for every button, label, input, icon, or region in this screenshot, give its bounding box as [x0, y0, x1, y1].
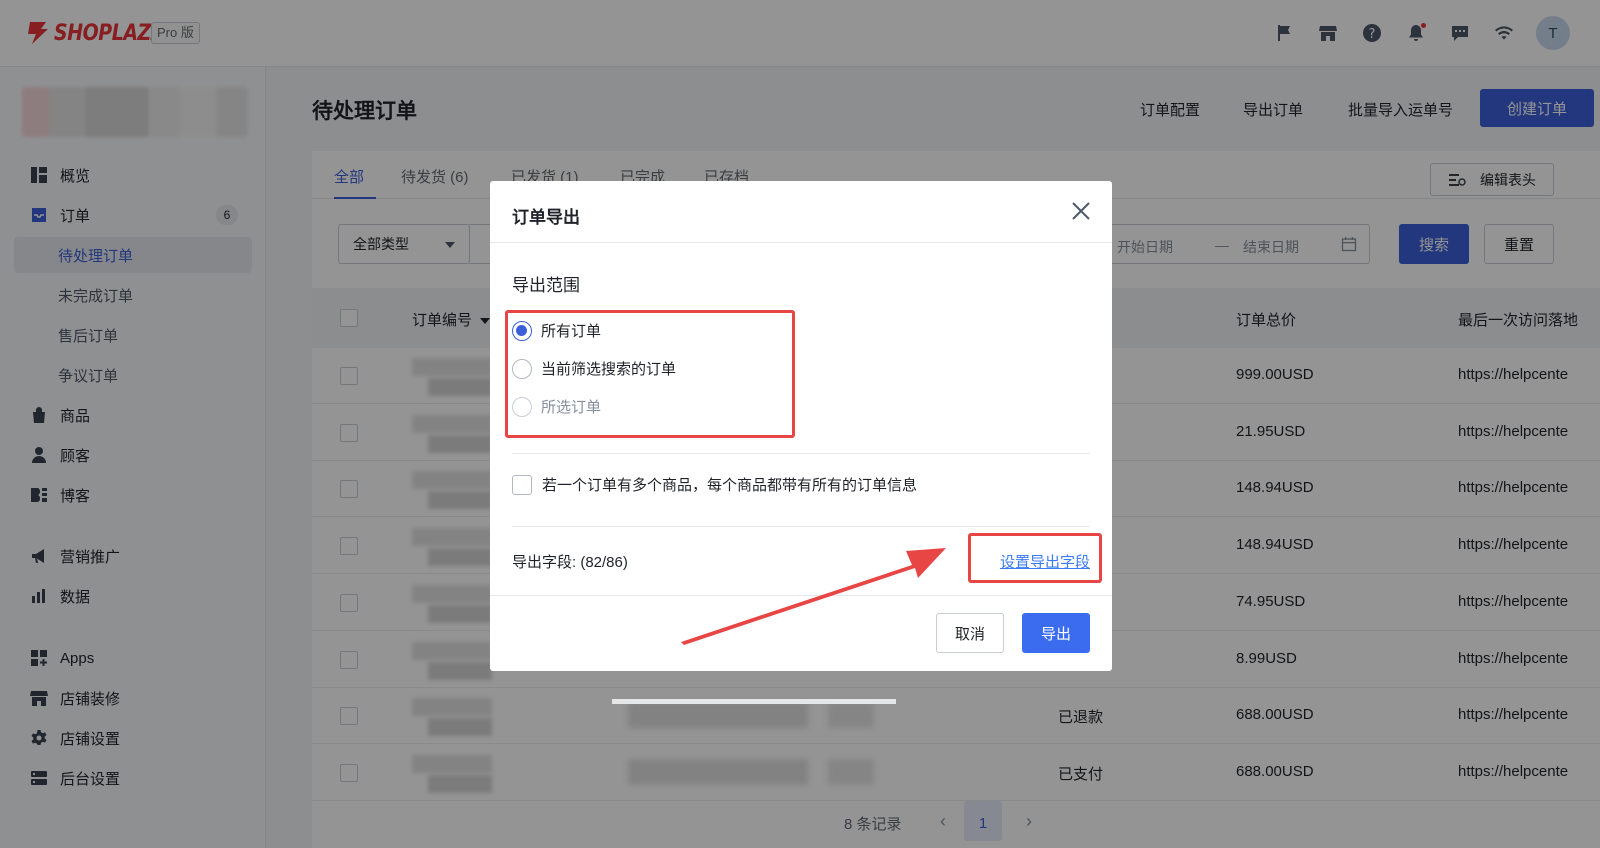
highlight-box-scope: [505, 310, 795, 438]
multi-product-checkbox[interactable]: [512, 474, 532, 495]
export-orders-dialog: 订单导出 导出范围 所有订单 当前筛选搜索的订单 所选订单 若一个订单有多个商品…: [490, 181, 1112, 671]
background-dialog-strip: [612, 699, 896, 704]
cancel-button[interactable]: 取消: [936, 613, 1004, 653]
export-button[interactable]: 导出: [1022, 613, 1090, 653]
dialog-header: 订单导出: [490, 181, 1112, 243]
close-icon: [1072, 201, 1090, 220]
multi-product-option[interactable]: 若一个订单有多个商品，每个商品都带有所有的订单信息: [512, 474, 917, 495]
close-button[interactable]: [1068, 199, 1094, 225]
export-fields-count: 导出字段: (82/86): [512, 554, 628, 571]
divider: [512, 526, 1090, 527]
dialog-footer-divider: [490, 595, 1112, 596]
dialog-title: 订单导出: [512, 208, 580, 227]
export-scope-label: 导出范围: [512, 276, 580, 295]
highlight-box-fields: [968, 533, 1102, 583]
multi-product-label: 若一个订单有多个商品，每个商品都带有所有的订单信息: [542, 477, 918, 494]
divider: [512, 453, 1090, 454]
